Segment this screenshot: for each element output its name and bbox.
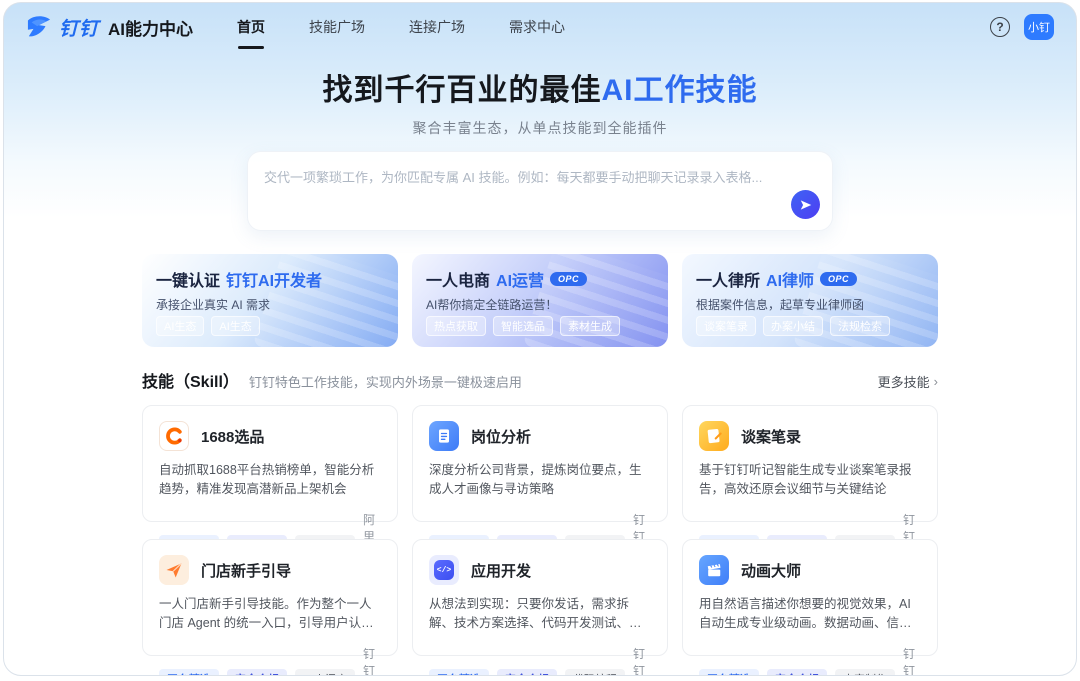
skill-provider: 钉钉中国: [633, 645, 651, 676]
promo-tag: 谈案笔录: [696, 316, 756, 336]
code-glyph: </>: [434, 560, 454, 580]
promo-card-ecommerce[interactable]: 一人电商 AI运营 OPC AI帮你搞定全链路运营！ 热点获取 智能选品 素材生…: [412, 254, 668, 347]
promo-tags: 谈案笔录 办案小结 法规检索: [696, 316, 890, 336]
clapperboard-icon: [699, 555, 729, 585]
skill-tag: 一人门店: [295, 669, 355, 676]
skill-card-case-notes[interactable]: 谈案笔录 基于钉钉听记智能生成专业谈案笔录报告，高效还原会议细节与关键结论 平台…: [682, 405, 938, 522]
skill-tag: 平台精选: [429, 669, 489, 676]
nav-right: ? 小钉: [990, 14, 1054, 40]
nav-item-skill-market[interactable]: 技能广场: [309, 11, 365, 43]
chevron-right-icon: ›: [934, 374, 938, 389]
skill-name: 门店新手引导: [201, 560, 291, 581]
promo-tag: AI生态: [211, 316, 259, 336]
paper-plane-icon: [159, 555, 189, 585]
promo-tags: AI生态 AI生态: [156, 316, 260, 336]
skills-grid: 1688选品 自动抓取1688平台热销榜单，智能分析趋势，精准发现高潜新品上架机…: [142, 405, 938, 656]
code-icon: </>: [429, 555, 459, 585]
promo-card-lawfirm[interactable]: 一人律所 AI律师 OPC 根据案件信息，起草专业律师函 谈案笔录 办案小结 法…: [682, 254, 938, 347]
skill-tag: 平台精选: [699, 669, 759, 676]
promo-title-highlight: 钉钉AI开发者: [226, 267, 322, 291]
promo-card-developer[interactable]: 一键认证 钉钉AI开发者 承接企业真实 AI 需求 AI生态 AI生态: [142, 254, 398, 347]
search-box: [247, 151, 833, 231]
avatar[interactable]: 小钉: [1024, 14, 1054, 40]
skill-desc: 用自然语言描述你想要的视觉效果，AI 自动生成专业级动画。数据动画、信息图动效、…: [699, 595, 921, 634]
skill-desc: 从想法到实现：只要你发话，需求拆解、技术方案选择、代码开发测试、系统部署发布，全…: [429, 595, 651, 634]
search-input[interactable]: [248, 152, 832, 230]
promo-title: 一人律所 AI律师 OPC: [696, 267, 924, 291]
skill-name: 岗位分析: [471, 426, 531, 447]
promo-tags: 热点获取 智能选品 素材生成: [426, 316, 620, 336]
more-skills-label: 更多技能: [878, 372, 930, 391]
nav-item-demand-center[interactable]: 需求中心: [509, 11, 565, 43]
skill-card-animation-master[interactable]: 动画大师 用自然语言描述你想要的视觉效果，AI 自动生成专业级动画。数据动画、信…: [682, 539, 938, 656]
skill-tag: 平台精选: [159, 669, 219, 676]
send-icon: [799, 198, 813, 212]
more-skills-link[interactable]: 更多技能 ›: [878, 372, 938, 391]
product-title: AI能力中心: [108, 15, 193, 40]
skill-name: 谈案笔录: [741, 426, 801, 447]
promo-tag: 办案小结: [763, 316, 823, 336]
skills-section-header: 技能（Skill） 钉钉特色工作技能，实现内外场景一键极速启用 更多技能 ›: [142, 368, 938, 392]
skill-tag: 代码编程: [565, 669, 625, 676]
app-window: 钉钉 AI能力中心 首页 技能广场 连接广场 需求中心 ? 小钉 找到千行百业的…: [3, 2, 1077, 676]
promo-title-highlight: AI运营: [496, 267, 544, 291]
promo-tag: 素材生成: [560, 316, 620, 336]
skill-desc: 自动抓取1688平台热销榜单，智能分析趋势，精准发现高潜新品上架机会: [159, 461, 381, 500]
hero-title-prefix: 找到千行百业的最佳: [323, 74, 602, 107]
skill-card-job-analysis[interactable]: 岗位分析 深度分析公司背景，提炼岗位要点，生成人才画像与寻访策略 平台精选 安全…: [412, 405, 668, 522]
hero-title: 找到千行百业的最佳AI工作技能: [4, 65, 1076, 109]
opc-badge: OPC: [550, 272, 587, 286]
nav-item-connect-market[interactable]: 连接广场: [409, 11, 465, 43]
skill-name: 动画大师: [741, 560, 801, 581]
hero-title-highlight: AI工作技能: [602, 74, 758, 107]
nav-item-home[interactable]: 首页: [237, 11, 265, 43]
promo-title-text: 一人律所: [696, 267, 760, 291]
skill-card-store-onboarding[interactable]: 门店新手引导 一人门店新手引导技能。作为整个一人门店 Agent 的统一入口，引…: [142, 539, 398, 656]
1688-icon: [159, 421, 189, 451]
promo-tag: AI生态: [156, 316, 204, 336]
skill-desc: 一人门店新手引导技能。作为整个一人门店 Agent 的统一入口，引导用户认识所有…: [159, 595, 381, 634]
skill-provider: 钉钉中国: [363, 645, 381, 676]
skill-card-1688[interactable]: 1688选品 自动抓取1688平台热销榜单，智能分析趋势，精准发现高潜新品上架机…: [142, 405, 398, 522]
promo-desc: 承接企业真实 AI 需求: [156, 296, 384, 313]
promo-tag: 法规检索: [830, 316, 890, 336]
skill-tag: 内容制作: [835, 669, 895, 676]
promo-title-text: 一键认证: [156, 267, 220, 291]
dingtalk-logo-icon: [26, 15, 52, 39]
skills-section-title: 技能（Skill）: [142, 368, 239, 392]
promo-title: 一人电商 AI运营 OPC: [426, 267, 654, 291]
skill-tag: 安全合规: [227, 669, 287, 676]
promo-row: 一键认证 钉钉AI开发者 承接企业真实 AI 需求 AI生态 AI生态 一人电商…: [142, 254, 938, 347]
promo-tag: 智能选品: [493, 316, 553, 336]
hero-subtitle: 聚合丰富生态，从单点技能到全能插件: [4, 118, 1076, 138]
promo-desc: AI帮你搞定全链路运营！: [426, 296, 654, 313]
send-button[interactable]: [791, 190, 820, 219]
brand[interactable]: 钉钉 AI能力中心: [26, 14, 193, 41]
promo-title: 一键认证 钉钉AI开发者: [156, 267, 384, 291]
opc-badge: OPC: [820, 272, 857, 286]
skill-desc: 深度分析公司背景，提炼岗位要点，生成人才画像与寻访策略: [429, 461, 651, 500]
skill-name: 1688选品: [201, 426, 264, 447]
skill-card-app-dev[interactable]: </> 应用开发 从想法到实现：只要你发话，需求拆解、技术方案选择、代码开发测试…: [412, 539, 668, 656]
skill-tag: 安全合规: [497, 669, 557, 676]
promo-title-text: 一人电商: [426, 267, 490, 291]
help-icon[interactable]: ?: [990, 17, 1010, 37]
nav-menu: 首页 技能广场 连接广场 需求中心: [237, 11, 565, 43]
skill-desc: 基于钉钉听记智能生成专业谈案笔录报告，高效还原会议细节与关键结论: [699, 461, 921, 500]
hero-section: 找到千行百业的最佳AI工作技能 聚合丰富生态，从单点技能到全能插件: [4, 65, 1076, 231]
promo-title-highlight: AI律师: [766, 267, 814, 291]
promo-desc: 根据案件信息，起草专业律师函: [696, 296, 924, 313]
skill-provider: 钉钉中国: [903, 645, 921, 676]
top-nav: 钉钉 AI能力中心 首页 技能广场 连接广场 需求中心 ? 小钉: [4, 3, 1076, 51]
skill-tag: 安全合规: [767, 669, 827, 676]
document-icon: [429, 421, 459, 451]
skills-section-subtitle: 钉钉特色工作技能，实现内外场景一键极速启用: [249, 372, 522, 391]
main-content: 一键认证 钉钉AI开发者 承接企业真实 AI 需求 AI生态 AI生态 一人电商…: [142, 254, 938, 676]
note-pen-icon: [699, 421, 729, 451]
brand-name: 钉钉: [59, 14, 99, 41]
skill-name: 应用开发: [471, 560, 531, 581]
promo-tag: 热点获取: [426, 316, 486, 336]
